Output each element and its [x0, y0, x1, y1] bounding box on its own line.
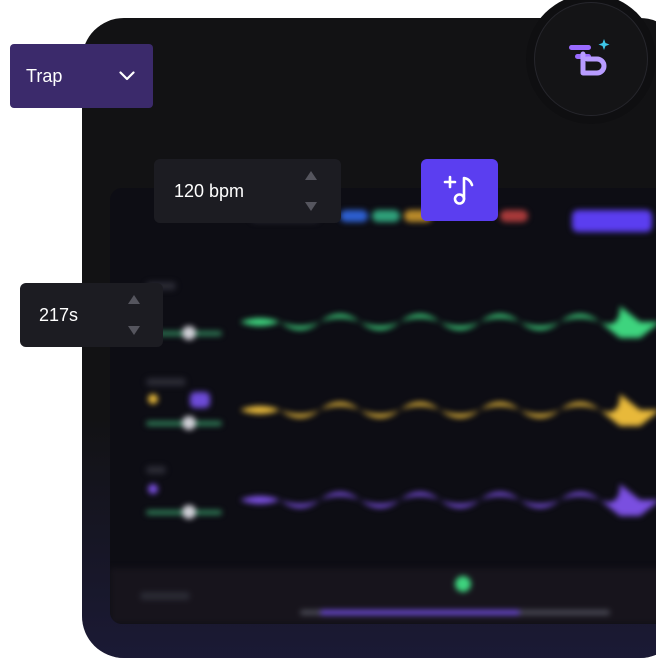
progress-fill: [320, 610, 520, 615]
waveform-green: [240, 306, 656, 338]
track-knob: [190, 392, 210, 408]
duration-stepper[interactable]: 217s: [20, 283, 163, 347]
track-knob: [182, 326, 196, 340]
genre-dropdown[interactable]: Trap: [10, 44, 153, 108]
track-knob: [182, 505, 196, 519]
chevron-down-icon: [119, 71, 135, 81]
waveform-yellow: [240, 394, 656, 426]
transport-bar: [110, 568, 656, 624]
track-label: [146, 378, 186, 386]
track-label: [146, 466, 166, 474]
toolbar-segment: [572, 210, 652, 232]
music-note-plus-icon: [443, 175, 473, 205]
bpm-stepper[interactable]: 120 bpm: [154, 159, 341, 223]
increment-arrow-icon[interactable]: [305, 171, 317, 180]
bpm-stepper-arrows: [305, 171, 317, 211]
toolbar-segment: [372, 210, 400, 222]
duration-stepper-arrows: [128, 295, 140, 335]
app-logo-icon: [569, 39, 610, 76]
editor-preview-blurred: [110, 188, 656, 624]
add-music-button[interactable]: [421, 159, 498, 221]
toolbar-segment: [340, 210, 368, 222]
playhead: [455, 576, 471, 592]
logo-badge: [534, 2, 648, 116]
duration-value: 217s: [39, 304, 79, 325]
increment-arrow-icon[interactable]: [128, 295, 140, 304]
track-knob: [148, 394, 158, 404]
transport-label: [140, 592, 190, 600]
decrement-arrow-icon[interactable]: [305, 202, 317, 211]
bpm-value: 120 bpm: [174, 180, 245, 201]
track-knob: [148, 484, 158, 494]
editor-preview: [110, 188, 656, 624]
track-knob: [182, 416, 196, 430]
waveform-purple: [240, 484, 656, 516]
genre-dropdown-value: Trap: [26, 65, 63, 86]
toolbar-segment: [500, 210, 528, 222]
decrement-arrow-icon[interactable]: [128, 326, 140, 335]
